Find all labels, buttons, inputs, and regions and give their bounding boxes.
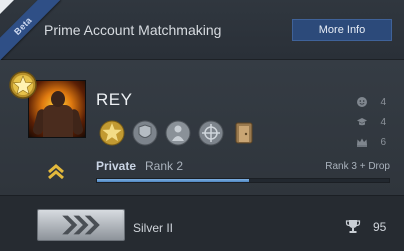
gold-star-badge-icon[interactable] (8, 70, 38, 100)
wins-count: 95 (373, 220, 387, 234)
medal-row (98, 118, 258, 148)
stat-row: 4 (356, 92, 386, 112)
trophy-icon (345, 220, 361, 233)
username: REY (96, 90, 133, 109)
rank-name: Private (96, 159, 137, 173)
skill-group-badge-icon[interactable] (37, 209, 125, 241)
grad-cap-icon (357, 118, 367, 126)
door-medal-icon[interactable] (230, 119, 258, 147)
rank-number: Rank 2 (145, 159, 184, 173)
teacher-count: 4 (380, 116, 386, 128)
crown-icon (357, 138, 367, 147)
soldier-medal-icon[interactable] (164, 119, 192, 147)
smiley-icon (357, 97, 367, 107)
xp-progress-fill (97, 179, 249, 182)
rank-chevron-icon (48, 164, 64, 179)
profile-panel: REY 4 4 6 Private Rank 2 Rank 3 + Drop (0, 60, 404, 195)
stat-row: 4 (356, 112, 386, 132)
crosshair-medal-icon[interactable] (197, 119, 225, 147)
more-info-button[interactable]: More Info (292, 19, 392, 41)
xp-progress-bar (96, 178, 390, 183)
leader-count: 6 (380, 136, 386, 148)
beta-label: Beta (12, 15, 34, 37)
stat-row: 6 (356, 132, 386, 152)
skill-group-name: Silver II (133, 221, 174, 235)
competitive-rank-strip: Silver II 95 (0, 195, 404, 251)
next-rank-reward: Rank 3 + Drop (325, 161, 390, 172)
gold-star-medal-icon[interactable] (98, 119, 126, 147)
banner-title: Prime Account Matchmaking (44, 22, 222, 38)
prime-banner: Beta Prime Account Matchmaking More Info (0, 0, 404, 64)
profile-stats: 4 4 6 (356, 92, 386, 152)
commends-count: 4 (380, 96, 386, 108)
corner-arrow-icon (0, 0, 14, 14)
shield-medal-icon[interactable] (131, 119, 159, 147)
